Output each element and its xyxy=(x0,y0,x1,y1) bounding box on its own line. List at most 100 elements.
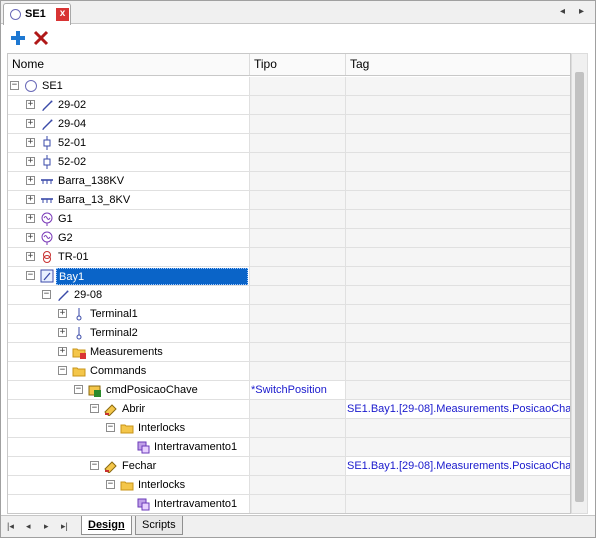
column-header-tipo[interactable]: Tipo xyxy=(250,54,346,75)
collapse-icon[interactable]: − xyxy=(106,480,115,489)
cell-nome[interactable]: Intertravamento1 xyxy=(8,495,250,513)
cell-nome[interactable]: − cmdPosicaoChave xyxy=(8,381,250,400)
cell-tipo[interactable] xyxy=(250,343,346,362)
cell-tipo[interactable] xyxy=(250,286,346,305)
collapse-icon[interactable]: − xyxy=(74,385,83,394)
last-page-icon[interactable]: ▸| xyxy=(61,521,68,532)
tree-row[interactable]: +52-01 xyxy=(8,134,570,153)
expand-icon[interactable]: + xyxy=(26,100,35,109)
cell-nome[interactable]: + G2 xyxy=(8,229,250,248)
cell-tag[interactable] xyxy=(346,495,570,513)
expand-icon[interactable]: + xyxy=(26,195,35,204)
expand-icon[interactable]: + xyxy=(26,119,35,128)
cell-tag[interactable] xyxy=(346,343,570,362)
cell-nome[interactable]: − Commands xyxy=(8,362,250,381)
scroll-tabs-right-icon[interactable]: ▸ xyxy=(579,6,584,17)
tree-row[interactable]: − Bay1 xyxy=(8,267,570,286)
cell-tag[interactable] xyxy=(346,419,570,438)
expand-icon[interactable]: + xyxy=(26,157,35,166)
cell-tag[interactable] xyxy=(346,77,570,96)
cell-tag[interactable] xyxy=(346,267,570,286)
cell-tag[interactable] xyxy=(346,210,570,229)
next-page-icon[interactable]: ▸ xyxy=(44,521,49,532)
expand-icon[interactable]: + xyxy=(26,252,35,261)
cell-tag[interactable] xyxy=(346,153,570,172)
tab-se1[interactable]: SE1 x xyxy=(3,3,71,25)
expand-icon[interactable]: + xyxy=(58,347,67,356)
plus-icon[interactable] xyxy=(9,29,27,47)
cell-nome[interactable]: Intertravamento1 xyxy=(8,438,250,457)
tree-row[interactable]: − Interlocks xyxy=(8,419,570,438)
expand-icon[interactable]: + xyxy=(26,233,35,242)
cell-tag[interactable] xyxy=(346,134,570,153)
cell-tag[interactable] xyxy=(346,286,570,305)
scrollbar-thumb[interactable] xyxy=(575,72,584,502)
cell-nome[interactable]: − Bay1 xyxy=(8,267,250,286)
column-header-nome[interactable]: Nome xyxy=(8,54,250,75)
cell-tag[interactable] xyxy=(346,381,570,400)
cell-tag[interactable] xyxy=(346,229,570,248)
expand-icon[interactable]: + xyxy=(58,309,67,318)
collapse-icon[interactable]: − xyxy=(90,461,99,470)
tree-row[interactable]: + Barra_13_8KV xyxy=(8,191,570,210)
cell-tipo[interactable] xyxy=(250,362,346,381)
cell-tipo[interactable]: *SwitchPosition xyxy=(250,381,346,400)
cell-tag[interactable] xyxy=(346,476,570,495)
cell-tag[interactable] xyxy=(346,305,570,324)
cell-tipo[interactable] xyxy=(250,438,346,457)
cell-nome[interactable]: − Abrir xyxy=(8,400,250,419)
collapse-icon[interactable]: − xyxy=(90,404,99,413)
cell-tag[interactable] xyxy=(346,96,570,115)
scroll-tabs-left-icon[interactable]: ◂ xyxy=(560,6,565,17)
tab-design[interactable]: Design xyxy=(81,516,132,535)
tree-row[interactable]: + G2 xyxy=(8,229,570,248)
tree-row[interactable]: + Measurements xyxy=(8,343,570,362)
cell-tag[interactable]: SE1.Bay1.[29-08].Measurements.PosicaoCha… xyxy=(346,457,570,476)
collapse-icon[interactable]: − xyxy=(58,366,67,375)
tree-row[interactable]: + TR-01 xyxy=(8,248,570,267)
cell-nome[interactable]: + TR-01 xyxy=(8,248,250,267)
cell-tipo[interactable] xyxy=(250,305,346,324)
cell-tipo[interactable] xyxy=(250,77,346,96)
cell-tipo[interactable] xyxy=(250,419,346,438)
tree-row[interactable]: − cmdPosicaoChave *SwitchPosition xyxy=(8,381,570,400)
tree-row[interactable]: − 29-08 xyxy=(8,286,570,305)
cell-nome[interactable]: − 29-08 xyxy=(8,286,250,305)
tree-row[interactable]: +29-04 xyxy=(8,115,570,134)
cell-tipo[interactable] xyxy=(250,172,346,191)
collapse-icon[interactable]: − xyxy=(10,81,19,90)
cell-tag[interactable] xyxy=(346,324,570,343)
tree-row[interactable]: − SE1 xyxy=(8,77,570,96)
cell-tag[interactable] xyxy=(346,438,570,457)
cell-nome[interactable]: + Barra_138KV xyxy=(8,172,250,191)
cell-nome[interactable]: + G1 xyxy=(8,210,250,229)
collapse-icon[interactable]: − xyxy=(42,290,51,299)
tree-row[interactable]: Intertravamento1 xyxy=(8,438,570,457)
collapse-icon[interactable]: − xyxy=(26,271,35,280)
expand-icon[interactable]: + xyxy=(26,176,35,185)
cell-tipo[interactable] xyxy=(250,400,346,419)
tree-row[interactable]: Intertravamento1 xyxy=(8,495,570,513)
cell-tipo[interactable] xyxy=(250,248,346,267)
cell-tag[interactable] xyxy=(346,172,570,191)
cell-nome[interactable]: + Terminal1 xyxy=(8,305,250,324)
tree-row[interactable]: + Terminal2 xyxy=(8,324,570,343)
tab-scripts[interactable]: Scripts xyxy=(135,516,183,535)
expand-icon[interactable]: + xyxy=(26,214,35,223)
tree-row[interactable]: +29-02 xyxy=(8,96,570,115)
first-page-icon[interactable]: |◂ xyxy=(7,521,14,532)
cell-tipo[interactable] xyxy=(250,134,346,153)
tree-row[interactable]: − Abrir SE1.Bay1.[29-08].Measurements.Posi… xyxy=(8,400,570,419)
cell-tag[interactable] xyxy=(346,362,570,381)
cell-tipo[interactable] xyxy=(250,324,346,343)
cell-tipo[interactable] xyxy=(250,267,346,286)
cell-tipo[interactable] xyxy=(250,229,346,248)
cell-tipo[interactable] xyxy=(250,457,346,476)
cell-tipo[interactable] xyxy=(250,210,346,229)
cell-tipo[interactable] xyxy=(250,476,346,495)
tree-row[interactable]: + Terminal1 xyxy=(8,305,570,324)
tree-row[interactable]: − Interlocks xyxy=(8,476,570,495)
tree-row[interactable]: +52-02 xyxy=(8,153,570,172)
vertical-scrollbar[interactable] xyxy=(571,53,588,514)
cell-tag[interactable] xyxy=(346,115,570,134)
